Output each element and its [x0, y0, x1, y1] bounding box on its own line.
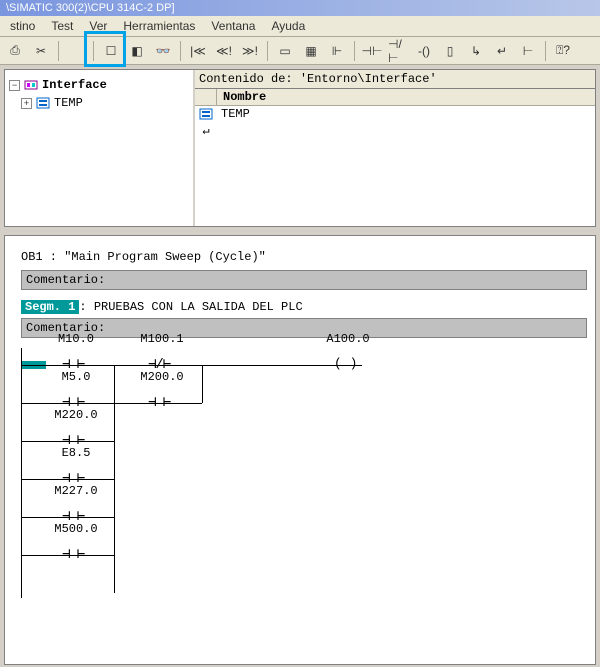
tree-child-label: TEMP [54, 96, 83, 110]
menu-test[interactable]: Test [49, 18, 75, 34]
interface-table: Contenido de: 'Entorno\Interface' Nombre… [195, 70, 595, 226]
connect-icon[interactable]: ⊢ [517, 40, 539, 62]
tree-child-temp[interactable]: + TEMP [9, 94, 189, 112]
ladder-network[interactable]: M10.0 M100.1 A100.0 M5.0 M200.0 M220.0 E… [21, 348, 401, 598]
no-contact-tool-icon[interactable]: ⊣⊢ [361, 40, 383, 62]
contact-label: M227.0 [46, 484, 106, 498]
chart-icon[interactable]: ▦ [300, 40, 322, 62]
row-temp-text: TEMP [217, 107, 250, 121]
contact-label: M500.0 [46, 522, 106, 536]
menu-ventana[interactable]: Ventana [209, 18, 257, 34]
contact-label: M10.0 [46, 332, 106, 346]
ob-title: OB1 : "Main Program Sweep (Cycle)" [21, 250, 587, 264]
new-row-icon: ↵ [195, 123, 217, 138]
upper-panes: − Interface + TEMP Contenido de: 'Entorn… [4, 69, 596, 227]
table-header: Nombre [195, 89, 595, 106]
print-icon[interactable]: ⎙ [4, 40, 26, 62]
segment-text: : PRUEBAS CON LA SALIDA DEL PLC [79, 300, 302, 314]
menu-ayuda[interactable]: Ayuda [269, 18, 307, 34]
contenido-header: Contenido de: 'Entorno\Interface' [195, 70, 595, 89]
table-body: TEMP ↵ [195, 106, 595, 226]
ob-comment-bar[interactable]: Comentario: [21, 270, 587, 290]
table-row[interactable]: TEMP [195, 106, 595, 122]
nav-prev-icon[interactable]: ≪! [213, 40, 235, 62]
column-nombre[interactable]: Nombre [217, 89, 595, 105]
separator-icon [93, 41, 94, 61]
window-icon[interactable]: ▭ [274, 40, 296, 62]
nav-next-icon[interactable]: ≫! [239, 40, 261, 62]
separator-icon [267, 41, 268, 61]
menu-herramientas[interactable]: Herramientas [121, 18, 197, 34]
nc-contact-tool-icon[interactable]: ⊣/⊢ [387, 40, 409, 62]
ladder-editor[interactable]: OB1 : "Main Program Sweep (Cycle)" Comen… [4, 235, 596, 665]
separator-icon [180, 41, 181, 61]
glasses-icon[interactable]: 👓 [152, 40, 174, 62]
nav-start-icon[interactable]: |≪ [187, 40, 209, 62]
separator-icon [545, 41, 546, 61]
coil-label: A100.0 [318, 332, 378, 346]
tree-root-label: Interface [42, 78, 107, 92]
interface-tree[interactable]: − Interface + TEMP [5, 70, 195, 226]
empty-icon[interactable] [65, 40, 87, 62]
segment-icon[interactable]: ⊩ [326, 40, 348, 62]
menu-bar: stino Test Ver Herramientas Ventana Ayud… [0, 16, 600, 37]
table-row-empty[interactable]: ↵ [195, 122, 595, 138]
cut-icon[interactable]: ✂ [30, 40, 52, 62]
contact-label: M200.0 [132, 370, 192, 384]
interface-icon [23, 77, 39, 93]
contact-label: M220.0 [46, 408, 106, 422]
segment-chip[interactable]: Segm. 1 [21, 300, 79, 314]
row-header-spacer [195, 89, 217, 105]
expand-icon[interactable]: + [21, 98, 32, 109]
struct-icon [35, 95, 51, 111]
coil-icon[interactable] [334, 356, 357, 371]
toggle-icon[interactable]: ☐ [100, 40, 122, 62]
no-contact-icon[interactable] [62, 546, 84, 563]
separator-icon [354, 41, 355, 61]
no-contact-icon[interactable] [148, 394, 170, 411]
help-icon[interactable]: ⍰? [552, 40, 574, 62]
row-struct-icon [195, 106, 217, 122]
contact-label: E8.5 [46, 446, 106, 460]
main-toolbar: ⎙ ✂ ☐ ◧ 👓 |≪ ≪! ≫! ▭ ▦ ⊩ ⊣⊢ ⊣/⊢ -() ▯ ↳ … [0, 37, 600, 65]
title-text: \SIMATIC 300(2)\CPU 314C-2 DP] [6, 2, 175, 14]
window-titlebar: \SIMATIC 300(2)\CPU 314C-2 DP] [0, 0, 600, 16]
contact-label: M100.1 [132, 332, 192, 346]
contact-label: M5.0 [46, 370, 106, 384]
branch-open-icon[interactable]: ↳ [465, 40, 487, 62]
separator-icon [58, 41, 59, 61]
collapse-icon[interactable]: − [9, 80, 20, 91]
coil-tool-icon[interactable]: -() [413, 40, 435, 62]
branch-close-icon[interactable]: ↵ [491, 40, 513, 62]
menu-ver[interactable]: Ver [87, 18, 109, 34]
tree-root[interactable]: − Interface [9, 76, 189, 94]
segment-title: Segm. 1: PRUEBAS CON LA SALIDA DEL PLC [21, 300, 587, 314]
view-icon[interactable]: ◧ [126, 40, 148, 62]
menu-destino[interactable]: stino [8, 18, 37, 34]
ladder-rung-6: M500.0 [22, 538, 401, 576]
box-tool-icon[interactable]: ▯ [439, 40, 461, 62]
